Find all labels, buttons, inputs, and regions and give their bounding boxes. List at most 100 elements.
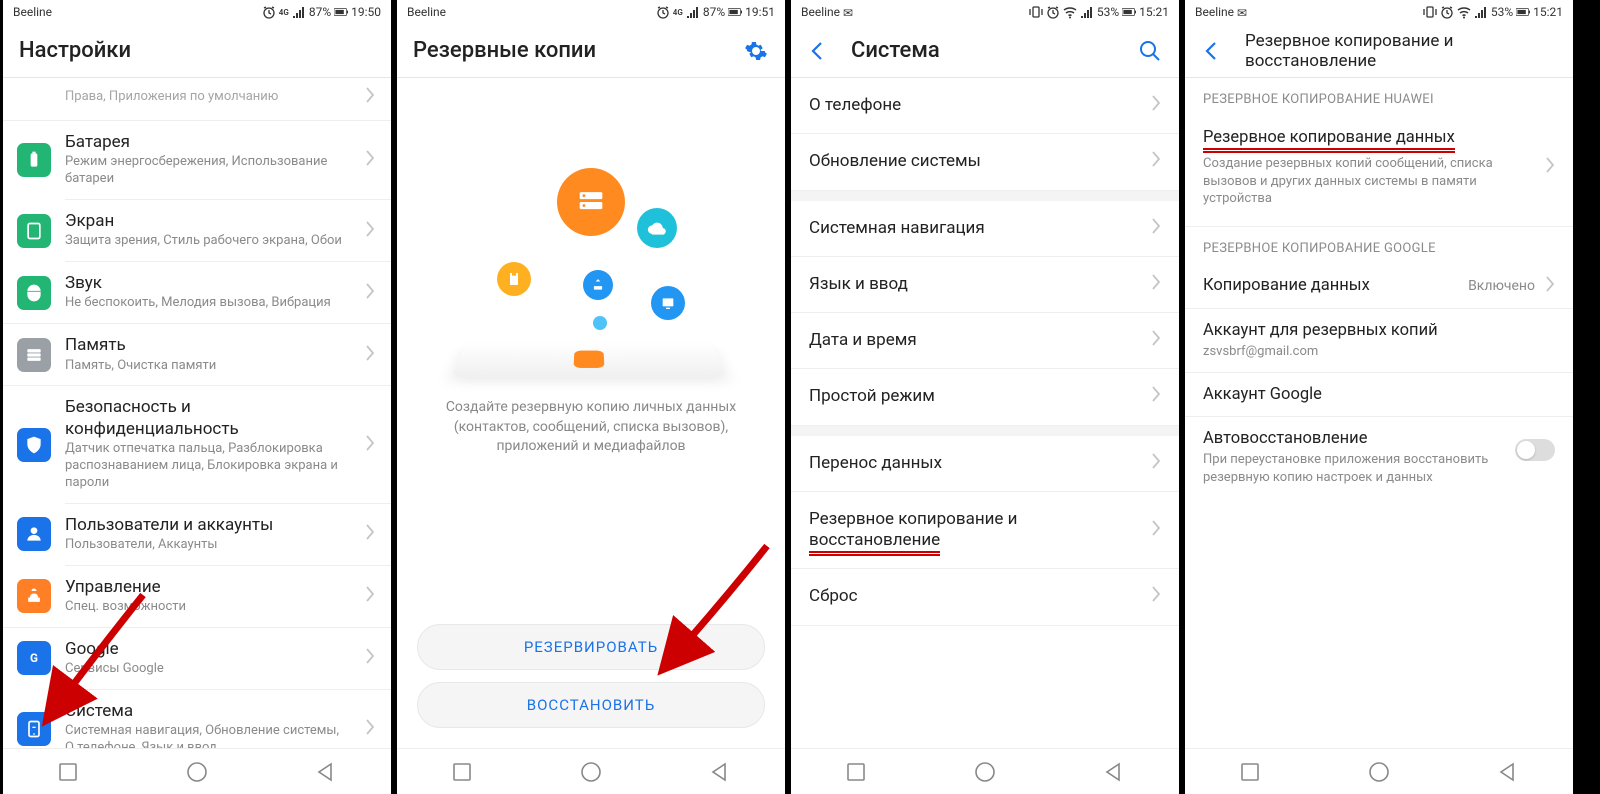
wifi-icon [1457,5,1471,19]
settings-row-apps-partial[interactable]: Права, Приложения по умолчанию [3,78,391,120]
row-icon: G [17,641,51,675]
chevron-right-icon [1151,151,1161,172]
auto-restore-toggle[interactable] [1515,439,1555,461]
settings-row-3[interactable]: ПамятьПамять, Очистка памяти [3,324,391,385]
status-bar: Beeline ✉ 53% 15:21 [1185,0,1573,24]
restore-button[interactable]: ВОССТАНОВИТЬ [417,682,765,728]
back-arrow-icon[interactable] [807,38,833,64]
settings-row-2[interactable]: ЗвукНе беспокоить, Мелодия вызова, Вибра… [3,262,391,323]
signal-icon [292,5,306,19]
status-bar: Beeline 4G 87% 19:51 [397,0,785,24]
chevron-right-icon [1151,95,1161,116]
settings-row-4[interactable]: Безопасность и конфиденциальностьДатчик … [3,386,391,502]
nav-back-icon[interactable] [1497,761,1519,783]
system-row-2[interactable]: Системная навигация [791,201,1179,257]
row-backup-account[interactable]: Аккаунт для резервных копий zsvsbrf@gmai… [1185,309,1573,373]
row-backup-data[interactable]: Резервное копирование данных Создание ре… [1185,115,1573,220]
row-icon [17,579,51,613]
chevron-right-icon [365,524,375,544]
battery-icon [334,5,348,19]
row-auto-restore[interactable]: Автовосстановление При переустановке при… [1185,417,1573,498]
nav-recent-icon[interactable] [1239,761,1261,783]
nav-back-icon[interactable] [1103,761,1125,783]
settings-gear-icon[interactable] [743,38,769,64]
chevron-right-icon [1151,453,1161,474]
page-header: Резервное копирование и восстановление [1185,24,1573,78]
nav-bar [397,748,785,794]
nav-back-icon[interactable] [709,761,731,783]
chevron-right-icon [1151,586,1161,607]
chevron-right-icon [365,87,375,107]
chevron-right-icon [365,345,375,365]
alarm-icon [1440,5,1454,19]
row-icon [17,143,51,177]
system-list: О телефоне Обновление системы Системная … [791,78,1179,748]
chevron-right-icon [1151,218,1161,239]
chevron-right-icon [365,586,375,606]
carrier-label: Beeline ✉ [1195,5,1247,20]
system-row-8[interactable]: Сброс [791,569,1179,625]
nav-recent-icon[interactable] [451,761,473,783]
svg-text:G: G [30,652,38,666]
search-icon[interactable] [1137,38,1163,64]
nav-home-icon[interactable] [974,761,996,783]
system-row-6[interactable]: Перенос данных [791,436,1179,492]
page-title: Резервное копирование и восстановление [1245,31,1557,71]
nav-bar [3,748,391,794]
nav-recent-icon[interactable] [57,761,79,783]
alarm-icon [262,5,276,19]
nav-home-icon[interactable] [1368,761,1390,783]
settings-row-6[interactable]: УправлениеСпец. возможности [3,566,391,627]
chevron-right-icon [1545,276,1555,296]
wifi-icon [1063,5,1077,19]
value-enabled: Включено [1468,278,1535,294]
settings-row-7[interactable]: G GoogleСервисы Google [3,628,391,689]
vibrate-icon [1423,5,1437,19]
network-4g-icon: 4G [673,8,683,17]
chevron-right-icon [365,150,375,170]
backup-description: Создайте резервную копию личных данных (… [397,388,785,457]
row-icon [17,428,51,462]
backup-button[interactable]: РЕЗЕРВИРОВАТЬ [417,624,765,670]
battery-pct: 53% [1491,5,1513,19]
screen-system: Beeline ✉ 53% 15:21 Система О телефоне О… [788,0,1182,794]
network-4g-icon: 4G [279,8,289,17]
chevron-right-icon [1151,274,1161,295]
system-row-4[interactable]: Дата и время [791,313,1179,369]
clock: 19:50 [351,5,381,19]
screen-backup: Beeline 4G 87% 19:51 Резервные копии Соз… [394,0,788,794]
row-copy-data[interactable]: Копирование данных Включено [1185,264,1573,308]
row-icon [17,276,51,310]
system-row-5[interactable]: Простой режим [791,369,1179,425]
vibrate-icon [1029,5,1043,19]
backup-illustration [397,158,785,388]
nav-back-icon[interactable] [315,761,337,783]
nav-bar [791,748,1179,794]
back-arrow-icon[interactable] [1201,38,1227,64]
chevron-right-icon [365,435,375,455]
settings-row-8[interactable]: СистемаСистемная навигация, Обновление с… [3,690,391,748]
settings-row-0[interactable]: БатареяРежим энергосбережения, Использов… [3,121,391,199]
system-row-7[interactable]: Резервное копирование и восстановление [791,492,1179,570]
nav-home-icon[interactable] [186,761,208,783]
status-bar: Beeline ✉ 53% 15:21 [791,0,1179,24]
battery-icon [1516,5,1530,19]
system-row-0[interactable]: О телефоне [791,78,1179,134]
system-row-1[interactable]: Обновление системы [791,134,1179,190]
page-title: Настройки [19,38,375,63]
chevron-right-icon [1151,386,1161,407]
settings-row-5[interactable]: Пользователи и аккаунтыПользователи, Акк… [3,504,391,565]
alarm-icon [1046,5,1060,19]
settings-row-1[interactable]: ЭкранЗащита зрения, Стиль рабочего экран… [3,200,391,261]
backup-settings-list: РЕЗЕРВНОЕ КОПИРОВАНИЕ HUAWEI Резервное к… [1185,78,1573,748]
carrier-label: Beeline ✉ [801,5,853,20]
nav-bar [1185,748,1573,794]
signal-icon [1474,5,1488,19]
row-google-account[interactable]: Аккаунт Google [1185,373,1573,416]
chevron-right-icon [365,648,375,668]
nav-recent-icon[interactable] [845,761,867,783]
nav-home-icon[interactable] [580,761,602,783]
system-row-3[interactable]: Язык и ввод [791,257,1179,313]
battery-icon [1122,5,1136,19]
battery-pct: 87% [703,5,725,19]
